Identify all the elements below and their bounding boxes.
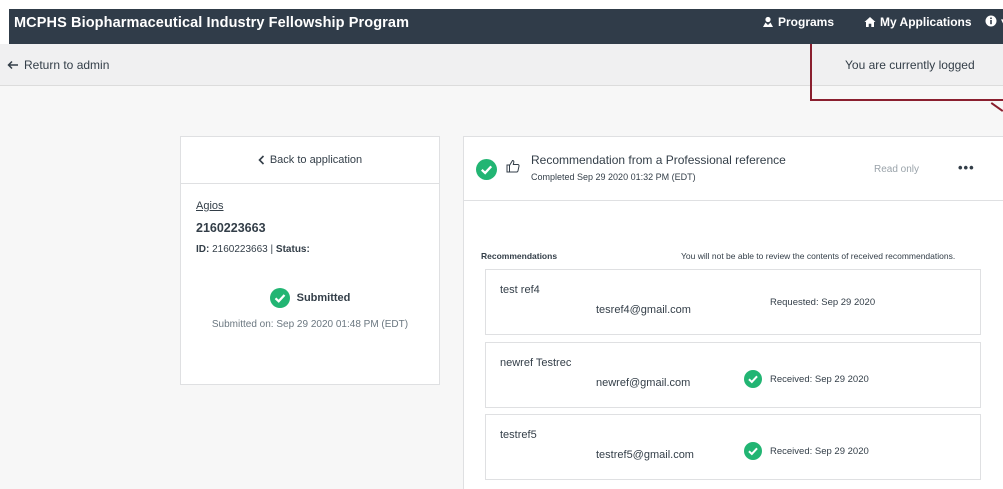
recommendation-task-card: Recommendation from a Professional refer… <box>463 136 1003 489</box>
recommendations-note: You will not be able to review the conte… <box>681 251 956 261</box>
application-number: 2160223663 <box>196 221 266 235</box>
annotation-line-vertical <box>810 44 812 101</box>
application-id-line: ID: 2160223663 | Status: <box>196 244 310 255</box>
back-to-application-link[interactable]: Back to application <box>181 137 439 184</box>
recommender-name: newref Testrec <box>500 357 572 369</box>
info-icon <box>985 15 997 27</box>
check-circle-icon <box>744 370 762 388</box>
nav-my-applications-label: My Applications <box>880 15 972 29</box>
recommender-email: tesref4@gmail.com <box>596 304 691 316</box>
status-text: Submitted <box>296 292 351 304</box>
id-label: ID: <box>196 244 210 255</box>
app-title[interactable]: MCPHS Biopharmaceutical Industry Fellows… <box>14 15 409 31</box>
back-to-application-label: Back to application <box>269 154 363 166</box>
admin-subbar: Return to admin You are currently logged <box>0 44 1003 86</box>
recommendation-status: Received: Sep 29 2020 <box>744 442 869 460</box>
annotation-line-diagonal <box>990 102 1003 112</box>
status-badge: Submitted <box>181 288 439 308</box>
annotation-line-horizontal <box>810 99 1003 101</box>
status-label: Status: <box>275 244 310 255</box>
arrow-left-icon <box>7 60 18 70</box>
return-to-admin-link[interactable]: Return to admin <box>7 58 109 72</box>
application-summary-card: Back to application Agios 2160223663 ID:… <box>180 136 440 385</box>
programs-icon <box>763 16 773 27</box>
return-to-admin-label: Return to admin <box>24 58 110 72</box>
recommendation-status: Requested: Sep 29 2020 <box>770 297 875 308</box>
task-completed-date: Completed Sep 29 2020 01:32 PM (EDT) <box>531 172 696 182</box>
recommendations-heading: Recommendations <box>481 251 558 261</box>
nav-programs[interactable]: Programs <box>762 15 834 29</box>
read-only-badge: Read only <box>874 164 920 175</box>
recommendation-status: Received: Sep 29 2020 <box>744 370 869 388</box>
nav-my-applications[interactable]: My Applications <box>864 15 972 29</box>
recommendation-item: test ref4 tesref4@gmail.com Requested: S… <box>485 269 981 335</box>
task-title: Recommendation from a Professional refer… <box>531 153 786 167</box>
recommender-name: testref5 <box>500 429 537 441</box>
chevron-left-icon <box>258 155 264 165</box>
check-circle-icon <box>744 442 762 460</box>
recommender-name: test ref4 <box>500 284 540 296</box>
recommendation-status-text: Requested: Sep 29 2020 <box>770 297 876 308</box>
more-options-button[interactable]: ••• <box>958 160 975 175</box>
top-navbar: MCPHS Biopharmaceutical Industry Fellows… <box>0 0 1003 44</box>
task-header: Recommendation from a Professional refer… <box>464 137 1003 201</box>
organization-link[interactable]: Agios <box>196 200 224 212</box>
info-menu[interactable]: ▾ <box>985 15 1003 27</box>
check-circle-icon <box>269 288 290 308</box>
recommendation-status-text: Received: Sep 29 2020 <box>770 373 869 385</box>
recommender-email: newref@gmail.com <box>596 377 691 389</box>
recommendation-status-text: Received: Sep 29 2020 <box>770 445 869 457</box>
submitted-on-text: Submitted on: Sep 29 2020 01:48 PM (EDT) <box>211 319 409 330</box>
id-value: 2160223663 <box>212 244 268 255</box>
separator: | <box>270 244 274 255</box>
check-circle-icon <box>476 159 497 180</box>
thumbs-up-icon <box>506 159 520 173</box>
recommender-email: testref5@gmail.com <box>596 449 694 461</box>
recommendation-item: testref5 testref5@gmail.com Received: Se… <box>485 414 981 480</box>
recommendation-item: newref Testrec newref@gmail.com Received… <box>485 342 981 408</box>
home-icon <box>864 17 876 27</box>
logged-in-notice: You are currently logged <box>845 58 975 72</box>
nav-programs-label: Programs <box>778 15 835 29</box>
